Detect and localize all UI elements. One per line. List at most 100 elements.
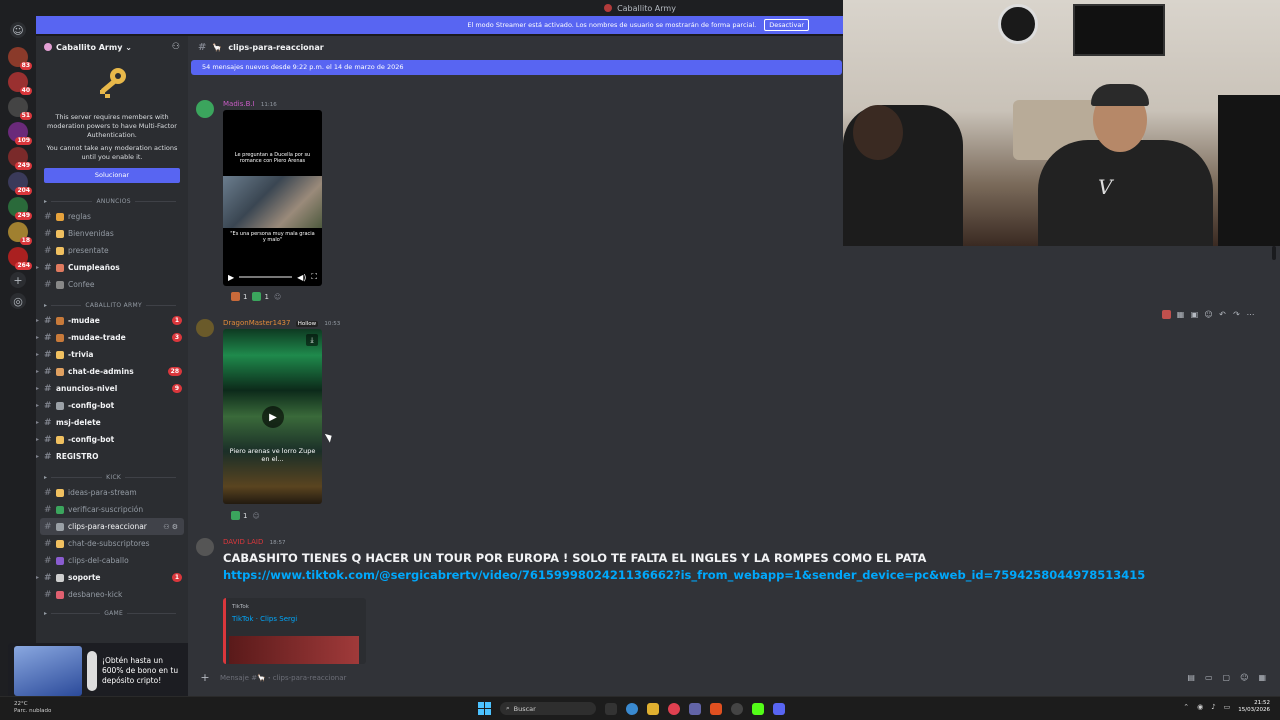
- channel-item[interactable]: ▸ # -mudae 1: [36, 312, 188, 329]
- category-game[interactable]: ▸ GAME: [36, 607, 188, 620]
- app-icon[interactable]: [668, 702, 680, 715]
- teams-icon[interactable]: [689, 702, 701, 715]
- server-icon[interactable]: 204: [8, 172, 32, 195]
- channel-settings-icon[interactable]: ⚇ ⚙: [163, 523, 178, 531]
- scrollbar[interactable]: [1272, 246, 1276, 260]
- channel-label: ideas-para-stream: [68, 488, 137, 497]
- channel-item[interactable]: ▸ # -mudae-trade 3: [36, 329, 188, 346]
- embed-title[interactable]: TikTok · Clips Sergi: [232, 615, 360, 623]
- gift-icon[interactable]: ▤: [1187, 673, 1195, 682]
- avatar[interactable]: [196, 100, 214, 118]
- sticker-icon[interactable]: ▢: [1223, 673, 1231, 682]
- gif-icon[interactable]: ▭: [1205, 673, 1213, 682]
- invite-icon[interactable]: ⚇: [172, 42, 180, 52]
- avatar[interactable]: [196, 538, 214, 556]
- link-embed[interactable]: TikTok TikTok · Clips Sergi: [223, 598, 366, 664]
- channel-item[interactable]: # Bienvenidas: [36, 225, 188, 242]
- discover-icon[interactable]: ◎: [10, 293, 26, 309]
- message-author[interactable]: DragonMaster1437 Hollow 10:53: [223, 319, 340, 327]
- server-icon[interactable]: 40: [8, 72, 32, 95]
- category-kick[interactable]: ▸ KICK: [36, 471, 188, 484]
- channel-item[interactable]: ▸ # REGISTRO: [36, 448, 188, 465]
- channel-item[interactable]: # chat-de-subscriptores: [36, 535, 188, 552]
- channel-item[interactable]: ▸ # soporte 1: [36, 569, 188, 586]
- channel-item[interactable]: ▸ # Cumpleaños: [36, 259, 188, 276]
- tiktok-link[interactable]: https://www.tiktok.com/@sergicabrertv/vi…: [223, 568, 1145, 582]
- add-server-icon[interactable]: +: [10, 272, 26, 288]
- channel-item[interactable]: # presentate: [36, 242, 188, 259]
- channel-item[interactable]: ▸ # chat-de-admins 28: [36, 363, 188, 380]
- battery-icon[interactable]: ▭: [1224, 703, 1231, 711]
- discord-icon[interactable]: [773, 702, 785, 715]
- channel-item[interactable]: # clips-para-reaccionar ⚇ ⚙: [40, 518, 184, 535]
- volume-icon[interactable]: ♪: [1211, 703, 1215, 711]
- server-icon[interactable]: 249: [8, 197, 32, 220]
- channel-item[interactable]: ▸ # msj-delete: [36, 414, 188, 431]
- channel-item[interactable]: # Confee: [36, 276, 188, 293]
- server-icon[interactable]: 18: [8, 222, 32, 245]
- reaction[interactable]: 1: [231, 292, 247, 301]
- channel-item[interactable]: # clips-del-caballo: [36, 552, 188, 569]
- message-composer[interactable]: + Mensaje #🦙・clips-para-reaccionar ▤ ▭ ▢…: [190, 669, 1280, 686]
- discord-home-icon[interactable]: ☺: [10, 22, 26, 38]
- server-header[interactable]: Caballito Army ⌄ ⚇: [36, 36, 188, 58]
- chevron-up-icon[interactable]: ⌃: [1183, 703, 1189, 711]
- channel-item[interactable]: # desbaneo-kick: [36, 586, 188, 603]
- channel-item[interactable]: ▸ # -config-bot: [36, 397, 188, 414]
- apps-icon[interactable]: ▦: [1258, 673, 1266, 682]
- server-icon[interactable]: 264: [8, 247, 32, 270]
- network-icon[interactable]: ◉: [1197, 703, 1203, 711]
- server-icon[interactable]: 249: [8, 147, 32, 170]
- taskview-icon[interactable]: [605, 702, 617, 715]
- category-caballito-army[interactable]: ▸ CABALLITO ARMY: [36, 299, 188, 312]
- add-reaction-icon[interactable]: ☺: [252, 512, 259, 520]
- channel-item[interactable]: # verificar-suscripción: [36, 501, 188, 518]
- reaction-icon[interactable]: [1162, 310, 1171, 319]
- forward-icon[interactable]: ↷: [1232, 310, 1241, 319]
- server-icon[interactable]: 51: [8, 97, 32, 120]
- system-clock[interactable]: 21:52 15/03/2026: [1238, 700, 1270, 714]
- grid-icon[interactable]: ▦: [1176, 310, 1185, 319]
- server-icon[interactable]: 109: [8, 122, 32, 145]
- channel-item[interactable]: # reglas: [36, 208, 188, 225]
- channel-item[interactable]: ▸ # -config-bot: [36, 431, 188, 448]
- add-attachment-icon[interactable]: +: [190, 671, 220, 684]
- start-icon[interactable]: [478, 702, 491, 715]
- channel-item[interactable]: # ideas-para-stream: [36, 484, 188, 501]
- reply-icon[interactable]: ↶: [1218, 310, 1227, 319]
- brave-icon[interactable]: [710, 702, 722, 715]
- video-attachment[interactable]: ⤓ ▶ Piero arenas ve lorro Zupe en el...: [223, 329, 322, 504]
- composer-placeholder[interactable]: Mensaje #🦙・clips-para-reaccionar: [220, 673, 346, 683]
- more-icon[interactable]: ⋯: [1246, 310, 1255, 319]
- reaction[interactable]: 1: [231, 511, 247, 520]
- deactivate-streamer-button[interactable]: Desactivar: [764, 19, 809, 31]
- emoji-icon[interactable]: ☺: [1240, 673, 1248, 682]
- copilot-icon[interactable]: [626, 702, 638, 715]
- avatar[interactable]: [196, 319, 214, 337]
- message-author[interactable]: DAVID LAID 18:57: [223, 538, 285, 546]
- new-messages-bar[interactable]: 54 mensajes nuevos desde 9:22 p.m. el 14…: [191, 60, 842, 75]
- play-icon[interactable]: ▶: [262, 406, 284, 428]
- add-reaction-icon[interactable]: ☺: [1204, 310, 1213, 319]
- video-progress[interactable]: [239, 276, 293, 278]
- obs-icon[interactable]: [731, 702, 743, 715]
- volume-icon[interactable]: ◀): [297, 273, 306, 282]
- kick-icon[interactable]: [752, 702, 764, 715]
- category-anuncios[interactable]: ▸ ANUNCIOS: [36, 195, 188, 208]
- emoji-icon[interactable]: ▣: [1190, 310, 1199, 319]
- weather-widget[interactable]: 22°C Parc. nublado: [14, 701, 51, 715]
- add-reaction-icon[interactable]: ☺: [274, 293, 281, 301]
- reaction[interactable]: 1: [252, 292, 269, 301]
- channel-item[interactable]: ▸ # -trivia: [36, 346, 188, 363]
- taskbar-search[interactable]: ⌕ Buscar: [500, 702, 596, 715]
- download-icon[interactable]: ⤓: [306, 334, 318, 346]
- message-author[interactable]: Madis.B.I 11:16: [223, 100, 277, 108]
- server-icon[interactable]: 83: [8, 47, 32, 70]
- video-attachment[interactable]: Le preguntan a Ducella por su romance co…: [223, 110, 322, 286]
- fullscreen-icon[interactable]: ⛶: [311, 272, 317, 282]
- solucionar-button[interactable]: Solucionar: [44, 168, 180, 183]
- crypto-ad-banner[interactable]: ¡Obtén hasta un 600% de bono en tu depós…: [8, 643, 196, 698]
- play-icon[interactable]: ▶: [228, 273, 234, 282]
- explorer-icon[interactable]: [647, 702, 659, 715]
- channel-item[interactable]: ▸ # anuncios-nivel 9: [36, 380, 188, 397]
